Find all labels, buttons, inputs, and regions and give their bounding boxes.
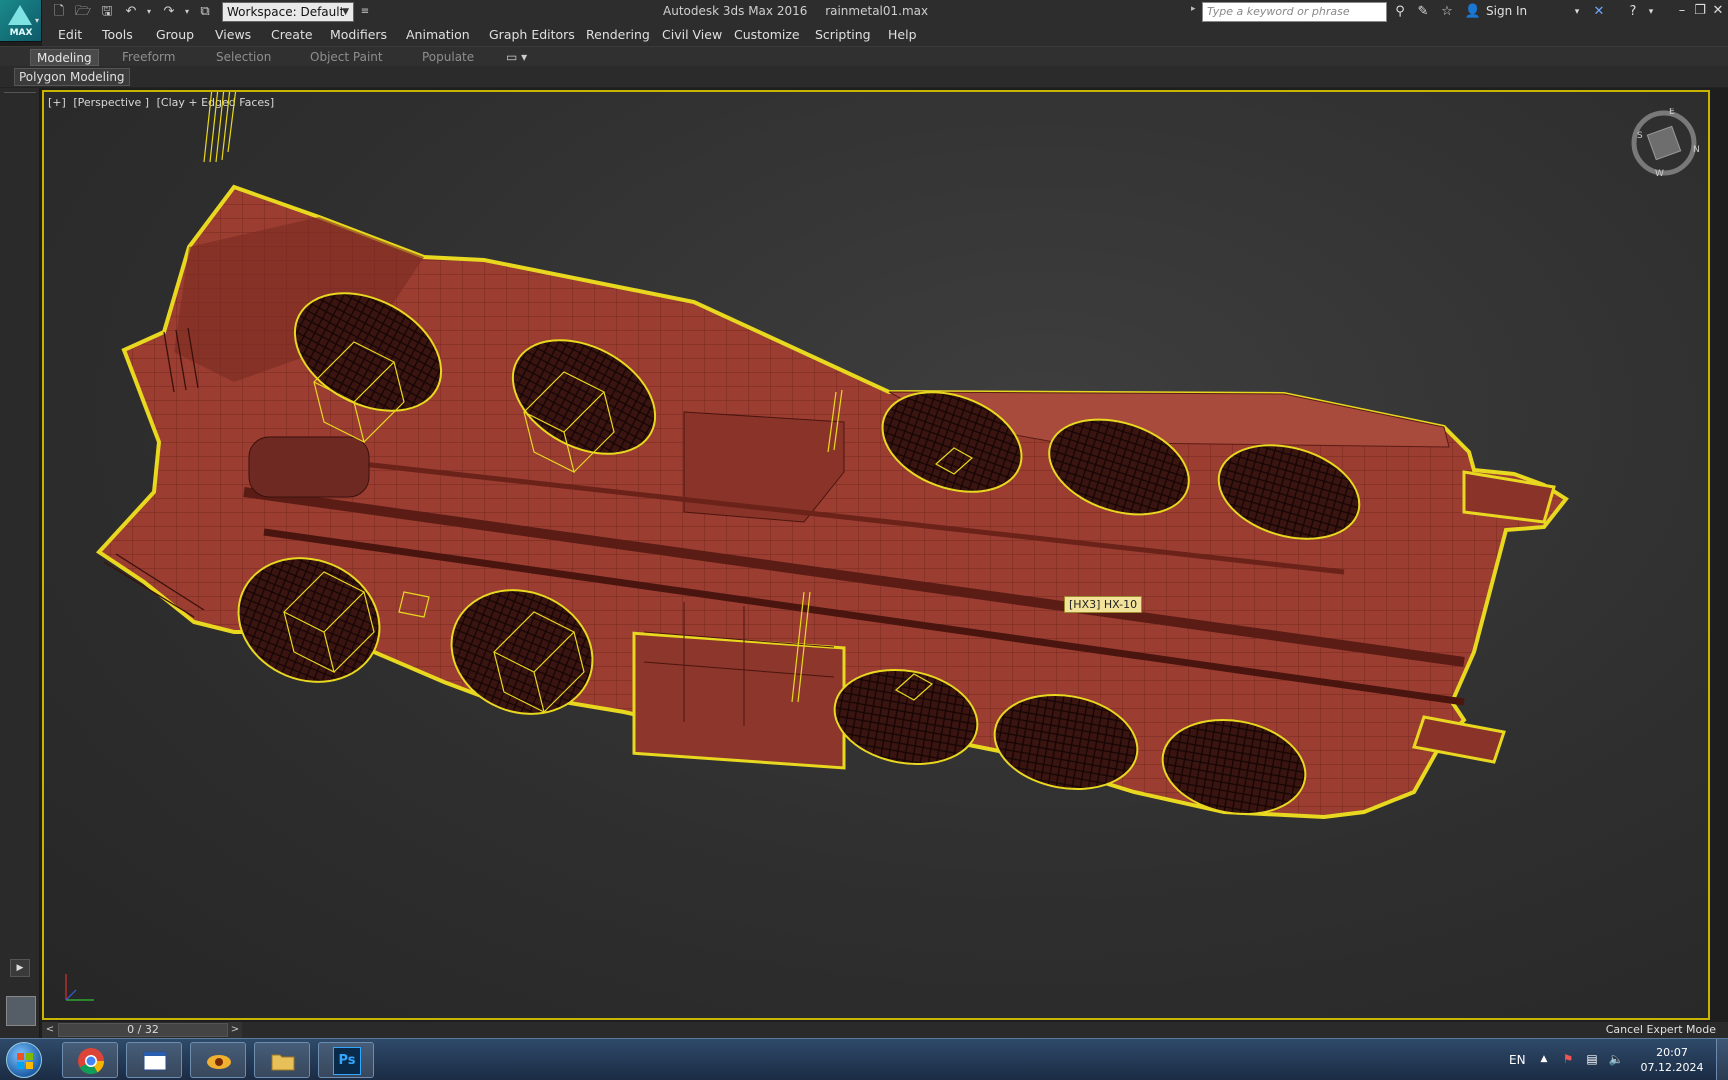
menu-scripting[interactable]: Scripting bbox=[815, 27, 871, 42]
workspace-selector[interactable]: Workspace: Default ▼ bbox=[222, 2, 354, 22]
taskbar-window[interactable] bbox=[126, 1042, 182, 1078]
show-desktop-button[interactable] bbox=[1716, 1039, 1728, 1080]
viewcube-icon[interactable]: S E N W bbox=[1629, 108, 1699, 178]
taskbar-xnview[interactable] bbox=[190, 1042, 246, 1078]
play-icon[interactable]: ▶ bbox=[10, 959, 30, 977]
viewport-layout-button[interactable] bbox=[6, 996, 36, 1026]
taskbar-explorer[interactable] bbox=[254, 1042, 310, 1078]
windows-taskbar: Ps EN ▲ ⚑ ▤ 🔈 20:07 07.12.2024 bbox=[0, 1038, 1728, 1080]
time-slider[interactable]: 0 / 32 bbox=[58, 1023, 228, 1037]
svg-text:W: W bbox=[1655, 169, 1664, 178]
help-dropdown-icon[interactable]: ▾ bbox=[1642, 3, 1660, 21]
tab-freeform[interactable]: Freeform bbox=[116, 49, 181, 66]
ribbon-tabs: Modeling Freeform Selection Object Paint… bbox=[0, 46, 1728, 66]
tab-object-paint[interactable]: Object Paint bbox=[304, 49, 389, 66]
close-icon[interactable]: ✕ bbox=[1710, 2, 1726, 20]
open-file-icon[interactable]: 🗁 bbox=[74, 3, 92, 21]
menu-edit[interactable]: Edit bbox=[58, 27, 82, 42]
menu-modifiers[interactable]: Modifiers bbox=[330, 27, 387, 42]
clock-time: 20:07 bbox=[1656, 1046, 1688, 1059]
svg-text:S: S bbox=[1637, 131, 1643, 141]
menu-help[interactable]: Help bbox=[888, 27, 917, 42]
divider bbox=[4, 92, 36, 93]
communication-center-icon[interactable]: ✎ bbox=[1414, 3, 1432, 21]
redo-icon[interactable]: ↷ bbox=[160, 3, 178, 21]
menu-animation[interactable]: Animation bbox=[406, 27, 470, 42]
ribbon-panel: Polygon Modeling bbox=[0, 66, 1728, 88]
undo-dropdown-icon[interactable]: ▾ bbox=[140, 3, 158, 21]
restore-icon[interactable]: ❐ bbox=[1692, 2, 1708, 20]
menu-rendering[interactable]: Rendering bbox=[586, 27, 650, 42]
window-icon bbox=[143, 1051, 167, 1071]
svg-text:N: N bbox=[1693, 145, 1699, 155]
time-slider-bar: < 0 / 32 > Cancel Expert Mode bbox=[42, 1022, 1728, 1038]
menu-graph-editors[interactable]: Graph Editors bbox=[489, 27, 575, 42]
network-icon[interactable]: ▤ bbox=[1584, 1051, 1600, 1067]
menu-group[interactable]: Group bbox=[156, 27, 194, 42]
svg-text:E: E bbox=[1669, 108, 1675, 117]
ribbon-options-icon[interactable]: ▭ ▾ bbox=[500, 49, 533, 66]
menu-create[interactable]: Create bbox=[271, 27, 313, 42]
folder-icon bbox=[271, 1054, 295, 1071]
save-file-icon[interactable]: 🖫 bbox=[98, 3, 116, 21]
windows-flag-icon bbox=[17, 1053, 33, 1069]
menu-customize[interactable]: Customize bbox=[734, 27, 800, 42]
taskbar-clock[interactable]: 20:07 07.12.2024 bbox=[1638, 1045, 1706, 1075]
taskbar-photoshop[interactable]: Ps bbox=[318, 1042, 374, 1078]
photoshop-icon: Ps bbox=[333, 1047, 361, 1075]
tray-expand-icon[interactable]: ▲ bbox=[1536, 1051, 1552, 1067]
menu-views[interactable]: Views bbox=[215, 27, 251, 42]
file-name: rainmetal01.max bbox=[825, 4, 929, 18]
redo-dropdown-icon[interactable]: ▾ bbox=[178, 3, 196, 21]
taskbar-chrome[interactable] bbox=[62, 1042, 118, 1078]
help-icon[interactable]: ? bbox=[1624, 3, 1642, 21]
customize-toolbar-icon[interactable]: ≡ bbox=[356, 3, 374, 21]
exchange-apps-icon[interactable]: ✕ bbox=[1590, 3, 1608, 21]
chevron-down-icon: ▼ bbox=[342, 7, 349, 17]
favorites-star-icon[interactable]: ☆ bbox=[1438, 3, 1456, 21]
search-input[interactable]: Type a keyword or phrase bbox=[1202, 2, 1387, 22]
max-logo-text: MAX bbox=[9, 28, 33, 38]
chevron-down-icon: ▾ bbox=[34, 16, 39, 25]
start-button[interactable] bbox=[6, 1042, 42, 1078]
menu-bar: Edit Tools Group Views Create Modifiers … bbox=[42, 24, 1728, 46]
max-logo-icon bbox=[8, 5, 32, 25]
tab-populate[interactable]: Populate bbox=[416, 49, 480, 66]
tab-modeling[interactable]: Modeling bbox=[30, 49, 99, 66]
project-folder-icon[interactable]: ⧉ bbox=[196, 3, 214, 21]
window-title: Autodesk 3ds Max 2016 rainmetal01.max bbox=[663, 4, 942, 18]
polygon-modeling-button[interactable]: Polygon Modeling bbox=[14, 68, 130, 86]
workspace-label: Workspace: Default bbox=[227, 5, 345, 19]
binoculars-icon[interactable]: ⚲ bbox=[1391, 3, 1409, 21]
language-indicator[interactable]: EN bbox=[1509, 1053, 1526, 1067]
truck-model[interactable] bbox=[44, 92, 1708, 1018]
perspective-viewport[interactable]: [+] [Perspective ] [Clay + Edged Faces] bbox=[42, 90, 1710, 1020]
eye-icon bbox=[207, 1055, 231, 1069]
title-bar: MAX ▾ 🗋 🗁 🖫 ↶ ▾ ↷ ▾ ⧉ Workspace: Default… bbox=[0, 0, 1728, 42]
menu-civil-view[interactable]: Civil View bbox=[662, 27, 722, 42]
clock-date: 07.12.2024 bbox=[1640, 1061, 1704, 1074]
chrome-icon bbox=[78, 1048, 105, 1075]
undo-icon[interactable]: ↶ bbox=[122, 3, 140, 21]
left-strip bbox=[0, 88, 40, 1038]
tab-selection[interactable]: Selection bbox=[210, 49, 277, 66]
user-icon: 👤 bbox=[1464, 4, 1482, 19]
axis-tripod-icon bbox=[65, 974, 94, 1001]
minimize-icon[interactable]: – bbox=[1674, 2, 1690, 20]
new-file-icon[interactable]: 🗋 bbox=[50, 3, 68, 21]
object-tooltip: [HX3] HX-10 bbox=[1064, 596, 1143, 613]
cancel-expert-mode-button[interactable]: Cancel Expert Mode bbox=[1606, 1023, 1716, 1036]
next-frame-icon[interactable]: > bbox=[228, 1022, 242, 1038]
app-name: Autodesk 3ds Max 2016 bbox=[663, 4, 808, 18]
sign-in-link[interactable]: Sign In bbox=[1486, 4, 1527, 18]
volume-icon[interactable]: 🔈 bbox=[1608, 1051, 1624, 1067]
application-menu-button[interactable]: MAX ▾ bbox=[0, 0, 42, 42]
previous-frame-icon[interactable]: < bbox=[42, 1022, 58, 1038]
chevron-down-icon[interactable]: ▾ bbox=[1568, 3, 1586, 21]
search-expand-icon[interactable]: ▸ bbox=[1191, 4, 1196, 14]
menu-tools[interactable]: Tools bbox=[102, 27, 133, 42]
action-center-icon[interactable]: ⚑ bbox=[1560, 1051, 1576, 1067]
